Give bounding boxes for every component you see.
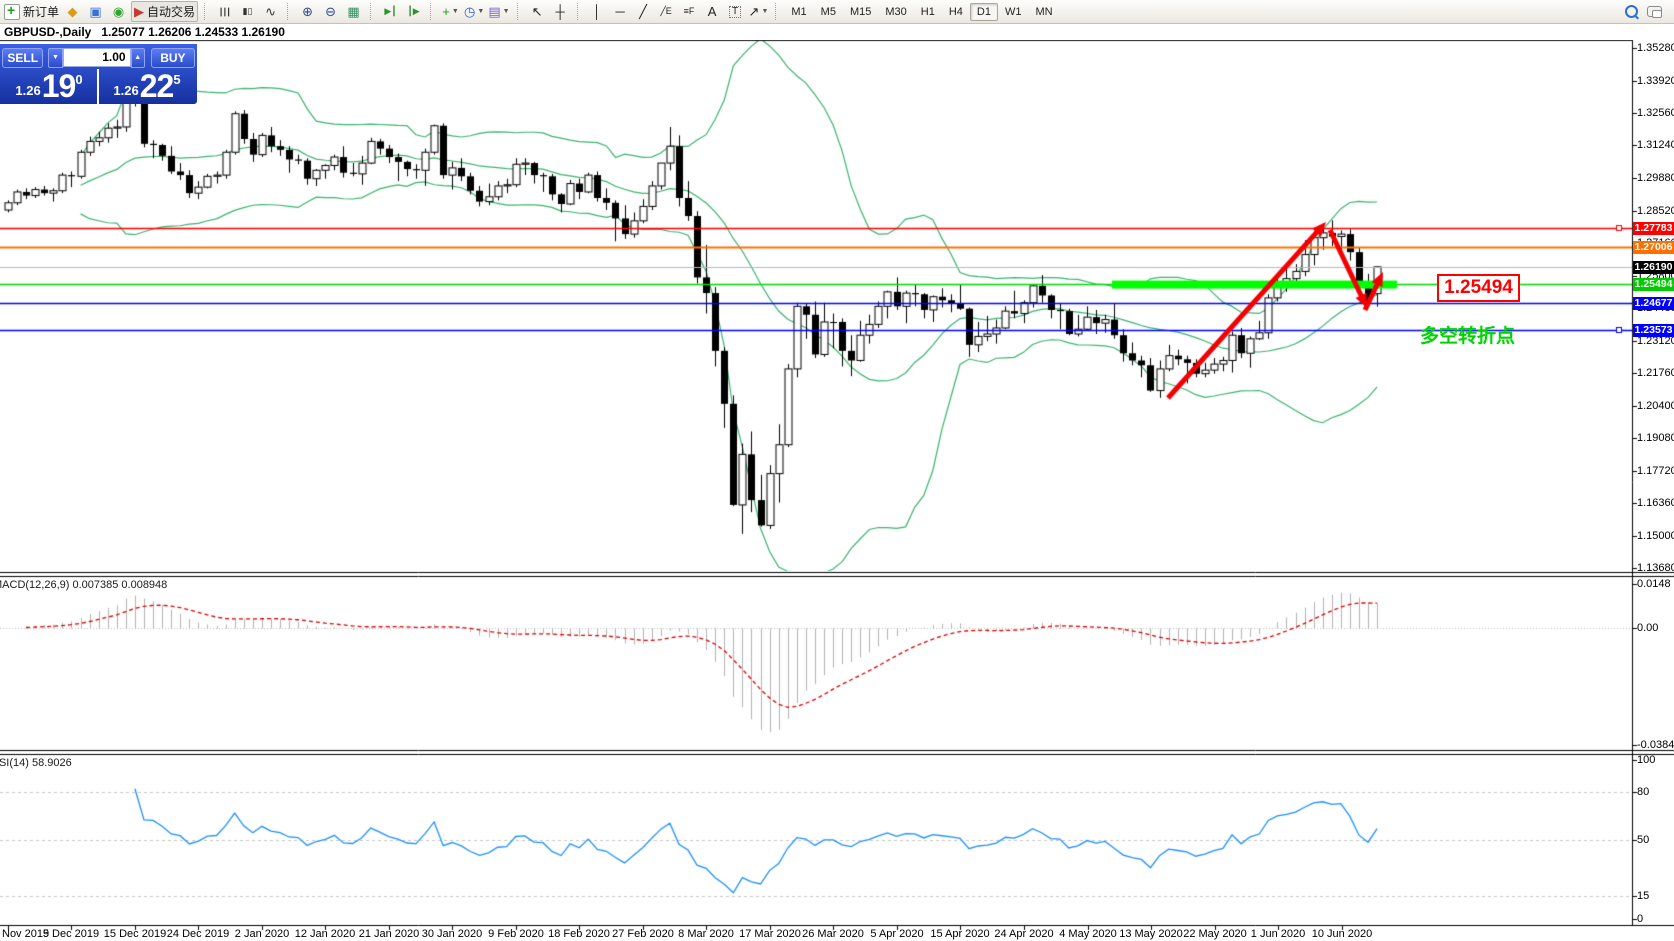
zoom-out-button[interactable]: ⊖ [320, 1, 341, 22]
line-chart-button[interactable]: ∿ [260, 1, 281, 22]
arrows-button[interactable]: ↗▼ [748, 1, 770, 22]
search-icon [1625, 5, 1638, 18]
auto-scroll-button[interactable]: ▶┃ [380, 1, 401, 22]
horizontal-line-button[interactable]: ─ [610, 1, 631, 22]
sell-button[interactable]: SELL [2, 48, 43, 68]
channel-icon: ╱E [660, 7, 671, 16]
new-order-button-label: 新订单 [23, 3, 59, 20]
sell-price-display[interactable]: 1.26 19 0 [0, 69, 98, 104]
crosshair-icon: ┼ [555, 5, 564, 18]
timeframe-w1-button[interactable]: W1 [998, 3, 1029, 21]
fibonacci-icon: ≡F [684, 7, 695, 16]
candlestick-chart-button[interactable]: ▮▯ [237, 1, 258, 22]
clock-icon: ◷ [464, 5, 475, 18]
vertical-line-icon: │ [593, 5, 601, 18]
panel-divider [97, 69, 99, 104]
autotrading-icon: ▶ [134, 5, 144, 18]
timeframe-m1-button[interactable]: M1 [784, 3, 813, 21]
trendline-button[interactable]: ╱ [633, 1, 654, 22]
chart-symbol-title: GBPUSD-,Daily [4, 25, 91, 39]
caret-down-icon: ▼ [761, 8, 768, 15]
sell-price-prefix: 1.26 [15, 83, 40, 98]
buy-button[interactable]: BUY [151, 48, 195, 68]
templates-button[interactable]: ▤▼ [487, 1, 510, 22]
timeframe-mn-button[interactable]: MN [1028, 3, 1059, 21]
candlestick-icon: ▮▯ [243, 7, 253, 16]
autotrading-button-label: 自动交易 [147, 3, 195, 20]
zoom-out-icon: ⊖ [325, 5, 336, 18]
new-order-icon [4, 4, 20, 20]
chart-shift-button[interactable]: ┃▶ [403, 1, 424, 22]
line-chart-icon: ∿ [265, 5, 276, 18]
channel-button[interactable]: ╱E [656, 1, 677, 22]
signals-button[interactable]: ◉ [108, 1, 129, 22]
vertical-line-button[interactable]: │ [587, 1, 608, 22]
timeframe-m15-button[interactable]: M15 [843, 3, 878, 21]
timeframe-m30-button[interactable]: M30 [878, 3, 913, 21]
volume-input[interactable]: 1.00 [63, 48, 131, 67]
tile-windows-icon: ▦ [347, 5, 359, 18]
cursor-button[interactable]: ↖ [527, 1, 548, 22]
indicators-plus-icon: + [442, 5, 450, 18]
timeframe-h4-button[interactable]: H4 [942, 3, 970, 21]
price-chart-canvas[interactable] [0, 0, 1674, 941]
chart-shift-icon: ┃▶ [407, 7, 419, 16]
new-chart-button[interactable]: ▣ [85, 1, 106, 22]
chart-title-row: GBPUSD-,Daily 1.25077 1.26206 1.24533 1.… [0, 24, 1674, 40]
chart-window-icon: ▣ [89, 5, 101, 18]
chart-ohlc-values: 1.25077 1.26206 1.24533 1.26190 [101, 25, 285, 39]
timeframe-m5-button[interactable]: M5 [814, 3, 843, 21]
template-icon: ▤ [488, 5, 500, 18]
caret-up-icon: ▲ [134, 54, 141, 61]
main-toolbar: 新订单◆▣◉▶自动交易☰▮▯∿⊕⊖▦▶┃┃▶+▼◷▼▤▼↖┼│─╱╱E≡FAT↗… [0, 0, 1674, 24]
zoom-in-button[interactable]: ⊕ [297, 1, 318, 22]
timeframe-d1-button[interactable]: D1 [970, 3, 998, 21]
search-button[interactable] [1621, 1, 1642, 22]
zoom-in-icon: ⊕ [302, 5, 313, 18]
text-icon: A [708, 5, 717, 18]
caret-down-icon: ▼ [503, 8, 510, 15]
buy-price-pip: 5 [173, 72, 180, 87]
trendline-icon: ╱ [639, 5, 647, 18]
sell-price-pip: 0 [75, 72, 82, 87]
one-click-trading-panel: SELL ▼ 1.00 ▲ BUY 1.26 19 0 1.26 22 5 [0, 44, 197, 104]
profiles-icon: ◆ [68, 5, 78, 18]
arrow-object-icon: ↗ [749, 5, 760, 18]
bar-chart-icon: ☰ [219, 6, 231, 17]
indicators-button[interactable]: +▼ [440, 1, 461, 22]
horizontal-line-icon: ─ [615, 5, 624, 18]
buy-price-prefix: 1.26 [113, 83, 138, 98]
autotrading-button[interactable]: ▶自动交易 [131, 1, 198, 22]
buy-price-big: 22 [140, 68, 174, 105]
chat-button[interactable] [1644, 1, 1665, 22]
text-label-button[interactable]: T [725, 1, 746, 22]
buy-price-display[interactable]: 1.26 22 5 [98, 69, 196, 104]
new-order-button[interactable]: 新订单 [3, 1, 60, 22]
volume-decrease-button[interactable]: ▼ [48, 48, 62, 68]
crosshair-button[interactable]: ┼ [550, 1, 571, 22]
signal-icon: ◉ [113, 5, 124, 18]
chat-icon [1647, 6, 1662, 17]
periods-button[interactable]: ◷▼ [463, 1, 485, 22]
profiles-button[interactable]: ◆ [62, 1, 83, 22]
timeframe-h1-button[interactable]: H1 [914, 3, 942, 21]
text-label-icon: T [729, 6, 741, 18]
cursor-icon: ↖ [532, 5, 543, 18]
volume-increase-button[interactable]: ▲ [131, 48, 145, 68]
sell-price-big: 19 [42, 68, 76, 105]
tile-windows-button[interactable]: ▦ [343, 1, 364, 22]
caret-down-icon: ▼ [52, 54, 59, 61]
caret-down-icon: ▼ [452, 8, 459, 15]
text-button[interactable]: A [702, 1, 723, 22]
auto-scroll-icon: ▶┃ [384, 7, 396, 16]
caret-down-icon: ▼ [477, 8, 484, 15]
bar-chart-button[interactable]: ☰ [214, 1, 235, 22]
fibonacci-button[interactable]: ≡F [679, 1, 700, 22]
